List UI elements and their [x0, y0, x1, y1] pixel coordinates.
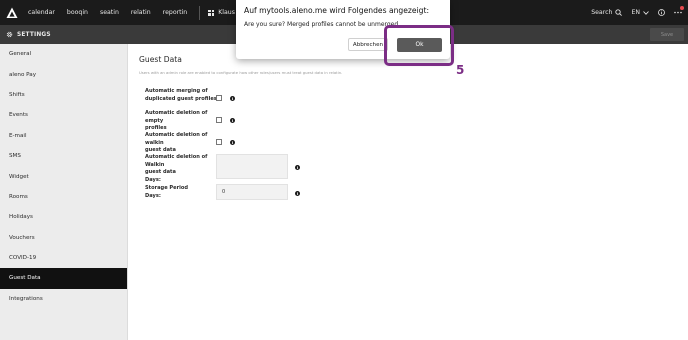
sidebar-item-widget[interactable]: Widget	[0, 166, 127, 186]
language-selector[interactable]: EN	[631, 9, 649, 16]
cancel-button[interactable]: Abbrechen	[348, 38, 388, 51]
nav-relatin[interactable]: relatin	[131, 9, 151, 16]
save-button[interactable]: Save	[650, 28, 684, 41]
sidebar-item-general[interactable]: General	[0, 44, 127, 64]
info-icon[interactable]: i	[230, 140, 235, 145]
page-description: Users with an admin role are enabled to …	[139, 70, 343, 75]
settings-sidebar: General aleno Pay Shifts Events E-mail S…	[0, 44, 128, 340]
aleno-logo-icon[interactable]	[6, 7, 18, 19]
settings-title: SETTINGS	[6, 31, 51, 38]
sidebar-item-vouchers[interactable]: Vouchers	[0, 228, 127, 248]
top-right-controls: Search EN	[591, 0, 682, 25]
search-icon	[615, 9, 623, 16]
nav-seatin[interactable]: seatin	[100, 9, 119, 16]
settings-content: Guest Data Users with an admin role are …	[128, 44, 688, 340]
sidebar-item-sms[interactable]: SMS	[0, 146, 127, 166]
grid-icon	[208, 9, 215, 16]
page-title: Guest Data	[139, 55, 182, 64]
gear-icon	[6, 31, 13, 38]
info-circle-icon[interactable]	[658, 9, 665, 16]
settings-title-label: SETTINGS	[17, 31, 51, 38]
nav-booqin[interactable]: booqin	[67, 9, 88, 16]
sidebar-item-aleno-pay[interactable]: aleno Pay	[0, 64, 127, 84]
merge-duplicates-checkbox[interactable]	[216, 95, 222, 101]
notification-badge	[680, 6, 684, 10]
storage-period-input[interactable]: 0	[216, 184, 288, 200]
sidebar-item-covid-19[interactable]: COVID-19	[0, 248, 127, 268]
sidebar-item-guest-data[interactable]: Guest Data	[0, 268, 127, 289]
sidebar-item-shifts[interactable]: Shifts	[0, 85, 127, 105]
sidebar-item-email[interactable]: E-mail	[0, 126, 127, 146]
storage-period-label: Storage Period Days:	[145, 185, 189, 199]
more-menu-icon[interactable]	[674, 11, 682, 14]
step-highlight-frame	[384, 25, 454, 66]
delete-walkin-label: Automatic deletion of walkin guest data	[145, 132, 208, 154]
merge-duplicates-label: Automatic merging of duplicated guest pr…	[145, 88, 217, 102]
info-icon[interactable]: i	[230, 118, 235, 123]
walkin-days-label: Automatic deletion of Walkin guest data …	[145, 154, 208, 183]
search-label: Search	[591, 9, 613, 16]
chevron-down-icon	[643, 10, 649, 15]
nav-divider	[199, 5, 201, 20]
search-button[interactable]: Search	[591, 9, 623, 16]
nav-calendar[interactable]: calendar	[28, 9, 55, 16]
dialog-title: Auf mytools.aleno.me wird Folgendes ange…	[244, 6, 430, 15]
language-label: EN	[631, 9, 640, 16]
info-icon[interactable]: i	[295, 191, 300, 196]
dialog-message: Are you sure? Merged profiles cannot be …	[244, 21, 401, 28]
walkin-days-input[interactable]	[216, 154, 288, 179]
delete-walkin-checkbox[interactable]	[216, 139, 222, 145]
info-icon[interactable]: i	[230, 96, 235, 101]
info-icon[interactable]: i	[295, 165, 300, 170]
delete-empty-profiles-checkbox[interactable]	[216, 117, 222, 123]
sidebar-item-integrations[interactable]: Integrations	[0, 289, 127, 309]
step-number: 5	[456, 63, 465, 77]
sidebar-item-events[interactable]: Events	[0, 105, 127, 125]
nav-reportin[interactable]: reportin	[163, 9, 188, 16]
sidebar-item-rooms[interactable]: Rooms	[0, 187, 127, 207]
sidebar-item-holidays[interactable]: Holidays	[0, 207, 127, 227]
delete-empty-profiles-label: Automatic deletion of empty profiles	[145, 110, 208, 132]
